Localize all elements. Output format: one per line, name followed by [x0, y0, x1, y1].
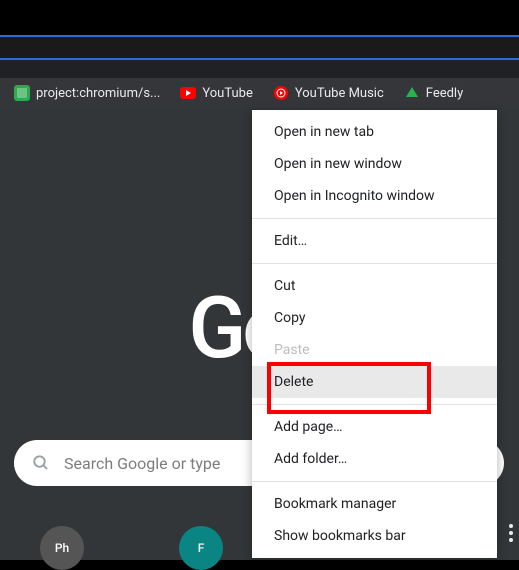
menu-bookmark-manager[interactable]: Bookmark manager: [252, 488, 497, 520]
bookmark-item-project[interactable]: project:chromium/s...: [8, 81, 166, 105]
menu-open-incognito[interactable]: Open in Incognito window: [252, 180, 497, 212]
bookmark-item-youtube-music[interactable]: YouTube Music: [267, 81, 390, 105]
more-menu-icon[interactable]: [509, 524, 513, 542]
menu-divider: [252, 481, 497, 482]
menu-open-new-tab[interactable]: Open in new tab: [252, 116, 497, 148]
toolbar-area: [0, 60, 519, 78]
shortcuts-row: Ph F: [40, 526, 223, 570]
search-placeholder: Search Google or type: [64, 454, 220, 473]
youtube-icon: [180, 85, 196, 101]
menu-add-folder[interactable]: Add folder…: [252, 443, 497, 475]
search-icon: [32, 454, 50, 472]
bookmark-label: YouTube: [202, 86, 253, 101]
menu-open-new-window[interactable]: Open in new window: [252, 148, 497, 180]
bookmark-item-youtube[interactable]: YouTube: [174, 81, 259, 105]
bookmark-item-feedly[interactable]: Feedly: [398, 81, 469, 105]
bookmark-label: Feedly: [426, 86, 463, 101]
menu-paste: Paste: [252, 334, 497, 366]
bookmark-label: project:chromium/s...: [36, 86, 160, 101]
bookmarks-bar: project:chromium/s... YouTube YouTube Mu…: [0, 78, 519, 108]
menu-divider: [252, 263, 497, 264]
window-top-bar: [0, 0, 519, 35]
shortcut-icon[interactable]: F: [179, 526, 223, 570]
bookmark-icon: [14, 85, 30, 101]
menu-divider: [252, 404, 497, 405]
menu-edit[interactable]: Edit…: [252, 225, 497, 257]
menu-add-page[interactable]: Add page…: [252, 411, 497, 443]
shortcut-icon[interactable]: Ph: [40, 526, 84, 570]
bookmark-label: YouTube Music: [295, 86, 384, 101]
tab-strip-area: [0, 37, 519, 58]
menu-copy[interactable]: Copy: [252, 302, 497, 334]
feedly-icon: [404, 85, 420, 101]
menu-divider: [252, 218, 497, 219]
new-tab-page: Goo Search Google or type Ph F Open in n…: [0, 108, 519, 560]
menu-show-bookmarks-bar[interactable]: Show bookmarks bar: [252, 520, 497, 552]
menu-delete[interactable]: Delete: [252, 366, 497, 398]
youtube-music-icon: [273, 85, 289, 101]
bookmark-context-menu: Open in new tab Open in new window Open …: [252, 110, 497, 558]
menu-cut[interactable]: Cut: [252, 270, 497, 302]
